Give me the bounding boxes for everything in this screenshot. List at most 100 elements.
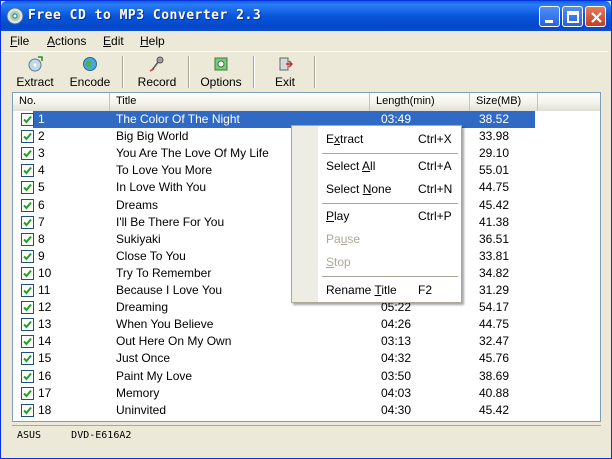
ctx-play[interactable]: Play Ctrl+P	[318, 205, 461, 227]
track-checkbox[interactable]	[21, 284, 34, 297]
ctx-rename-title[interactable]: Rename Title F2	[318, 279, 461, 301]
options-button[interactable]: Options	[196, 54, 246, 90]
table-row[interactable]: 18 Uninvited 04:30 45.42	[13, 402, 600, 419]
track-number: 2	[38, 129, 45, 144]
track-size: 54.17	[479, 300, 510, 315]
track-size: 44.75	[479, 180, 510, 195]
menu-actions[interactable]: Actions	[47, 34, 86, 48]
ctx-extract-shortcut: Ctrl+X	[418, 132, 452, 146]
track-checkbox[interactable]	[21, 113, 34, 126]
ctx-select-none-shortcut: Ctrl+N	[418, 182, 453, 196]
track-title: Big Big World	[116, 129, 189, 144]
track-checkbox[interactable]	[21, 301, 34, 315]
track-checkbox[interactable]	[21, 335, 34, 349]
table-row[interactable]: 15 Just Once 04:32 45.76	[13, 350, 600, 367]
options-gear-icon	[214, 57, 228, 71]
track-checkbox[interactable]	[21, 318, 34, 332]
checkmark-icon	[23, 338, 32, 346]
checkmark-icon	[23, 218, 32, 227]
close-button[interactable]	[585, 6, 606, 27]
track-number: 18	[38, 402, 52, 417]
track-checkbox[interactable]	[21, 147, 34, 161]
extract-cd-icon	[28, 56, 43, 72]
track-checkbox[interactable]	[21, 164, 34, 178]
track-size: 40.88	[479, 385, 510, 400]
track-size: 55.01	[479, 163, 510, 178]
exit-button[interactable]: Exit	[260, 54, 310, 90]
minimize-button[interactable]	[539, 6, 560, 27]
ctx-pause[interactable]: Pause	[318, 228, 461, 250]
track-title: You Are The Love Of My Life	[116, 146, 269, 161]
context-menu-icon-strip	[292, 126, 318, 302]
table-row[interactable]: 14 Out Here On My Own 03:13 32.47	[13, 333, 600, 350]
maximize-button[interactable]	[562, 6, 583, 27]
track-title: In Love With You	[116, 180, 207, 195]
ctx-select-all[interactable]: Select All Ctrl+A	[318, 155, 461, 177]
track-size: 33.81	[479, 248, 510, 263]
record-button[interactable]: Record	[132, 54, 182, 90]
track-title: To Love You More	[116, 163, 213, 178]
column-header-no[interactable]: No.	[13, 93, 110, 111]
track-number: 4	[38, 163, 45, 178]
table-row[interactable]: 16 Paint My Love 03:50 38.69	[13, 368, 600, 385]
checkmark-icon	[23, 201, 32, 209]
track-number: 7	[38, 214, 45, 229]
track-checkbox[interactable]	[21, 249, 34, 263]
list-header: No. Title Length(min) Size(MB)	[13, 93, 600, 111]
menu-help[interactable]: Help	[140, 34, 165, 48]
track-number: 12	[38, 300, 52, 315]
ctx-extract[interactable]: Extract Ctrl+X	[318, 128, 461, 150]
checkmark-icon	[23, 235, 32, 244]
ctx-stop-label: Stop	[326, 255, 351, 269]
encode-button[interactable]: Encode	[65, 54, 115, 90]
track-title: Close To You	[116, 248, 186, 263]
checkmark-icon	[23, 184, 32, 192]
toolbar: Extract Encode Record Options Exit	[4, 51, 608, 91]
checkmark-icon	[23, 132, 32, 141]
table-row[interactable]: 13 When You Believe 04:26 44.75	[13, 316, 600, 333]
extract-button[interactable]: Extract	[10, 54, 60, 90]
menu-edit-accel: E	[103, 34, 112, 48]
track-size: 32.47	[479, 334, 510, 349]
checkmark-icon	[23, 406, 32, 415]
ctx-separator	[322, 203, 458, 204]
track-checkbox[interactable]	[21, 386, 34, 400]
window-title: Free CD to MP3 Converter 2.3	[28, 8, 262, 23]
track-title: Paint My Love	[116, 368, 193, 383]
track-number: 10	[38, 265, 52, 280]
record-microphone-icon	[149, 56, 164, 72]
menu-help-label: elp	[148, 34, 165, 48]
checkmark-icon	[23, 286, 32, 295]
encode-label: Encode	[69, 75, 111, 89]
track-checkbox[interactable]	[21, 266, 34, 280]
encode-globe-icon	[83, 57, 97, 71]
track-checkbox[interactable]	[21, 232, 34, 246]
track-number: 6	[38, 197, 45, 212]
track-checkbox[interactable]	[21, 130, 34, 144]
ctx-stop[interactable]: Stop	[318, 251, 461, 273]
column-header-length[interactable]: Length(min)	[370, 93, 470, 111]
track-length: 04:03	[381, 385, 412, 400]
title-bar[interactable]: Free CD to MP3 Converter 2.3	[1, 1, 611, 31]
table-row[interactable]: 17 Memory 04:03 40.88	[13, 385, 600, 402]
status-bar: ASUS DVD-E616A2	[12, 425, 601, 445]
menu-file[interactable]: File	[10, 34, 29, 48]
minimize-icon	[545, 20, 553, 23]
track-checkbox[interactable]	[21, 369, 34, 383]
checkmark-icon	[23, 269, 32, 278]
checkmark-icon	[23, 321, 32, 329]
track-checkbox[interactable]	[21, 215, 34, 229]
menu-edit[interactable]: Edit	[103, 34, 124, 48]
ctx-select-none[interactable]: Select None Ctrl+N	[318, 178, 461, 200]
column-header-size[interactable]: Size(MB)	[470, 93, 538, 111]
track-size: 36.51	[479, 231, 510, 246]
track-checkbox[interactable]	[21, 181, 34, 195]
track-checkbox[interactable]	[21, 198, 34, 212]
exit-label: Exit	[274, 75, 295, 89]
track-checkbox[interactable]	[21, 403, 34, 417]
column-header-title[interactable]: Title	[110, 93, 370, 111]
track-checkbox[interactable]	[21, 352, 34, 366]
track-size: 38.69	[479, 368, 510, 383]
track-size: 38.52	[479, 112, 510, 126]
menu-help-accel: H	[140, 34, 149, 48]
